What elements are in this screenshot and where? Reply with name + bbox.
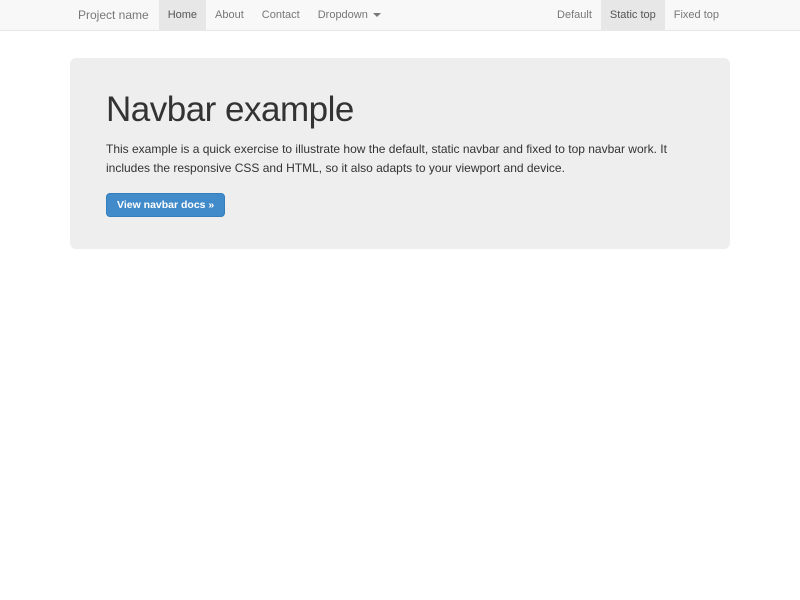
nav-item-contact-label: Contact	[262, 9, 300, 21]
nav-item-home-label: Home	[168, 9, 197, 21]
caret-down-icon	[373, 13, 381, 17]
nav-item-dropdown[interactable]: Dropdown	[309, 0, 390, 30]
nav-item-about-label: About	[215, 9, 244, 21]
jumbotron-description: This example is a quick exercise to illu…	[106, 140, 694, 179]
nav-item-default[interactable]: Default	[548, 0, 601, 30]
nav-item-contact[interactable]: Contact	[253, 0, 309, 30]
navbar-left-nav: Home About Contact Dropdown	[159, 0, 390, 30]
nav-item-dropdown-label: Dropdown	[318, 9, 368, 21]
view-navbar-docs-button[interactable]: View navbar docs »	[106, 193, 225, 217]
navbar-inner: Project name Home About Contact Dropdown…	[0, 0, 800, 30]
page-title: Navbar example	[106, 90, 694, 130]
nav-item-fixed-top-label: Fixed top	[674, 9, 719, 21]
nav-item-static-top[interactable]: Static top	[601, 0, 665, 30]
navbar-brand[interactable]: Project name	[78, 8, 149, 22]
nav-item-about[interactable]: About	[206, 0, 253, 30]
nav-item-home[interactable]: Home	[159, 0, 206, 30]
navbar-right-nav: Default Static top Fixed top	[548, 0, 728, 30]
navbar: Project name Home About Contact Dropdown…	[0, 0, 800, 31]
jumbotron: Navbar example This example is a quick e…	[70, 58, 730, 249]
nav-item-default-label: Default	[557, 9, 592, 21]
nav-item-static-top-label: Static top	[610, 9, 656, 21]
nav-item-fixed-top[interactable]: Fixed top	[665, 0, 728, 30]
main-container: Navbar example This example is a quick e…	[70, 58, 730, 249]
